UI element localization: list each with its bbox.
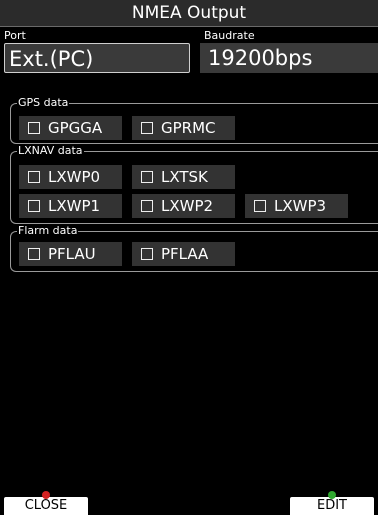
lxwp2-label: LXWP2: [161, 197, 214, 215]
lxtsk-checkbox[interactable]: LXTSK: [132, 165, 235, 189]
checkbox-icon: [28, 171, 40, 183]
pflaa-checkbox[interactable]: PFLAA: [132, 242, 235, 266]
checkbox-icon: [141, 122, 153, 134]
lxwp0-checkbox[interactable]: LXWP0: [19, 165, 122, 189]
baudrate-select[interactable]: 19200bps: [200, 43, 378, 73]
checkbox-icon: [141, 171, 153, 183]
gpgga-checkbox[interactable]: GPGGA: [19, 116, 122, 140]
lxwp0-label: LXWP0: [48, 168, 101, 186]
lxwp3-label: LXWP3: [274, 197, 327, 215]
pflau-checkbox[interactable]: PFLAU: [19, 242, 122, 266]
baudrate-label: Baudrate: [204, 29, 255, 42]
gps-data-group-label: GPS data: [17, 96, 70, 109]
checkbox-icon: [28, 248, 40, 260]
lxwp2-checkbox[interactable]: LXWP2: [132, 194, 235, 218]
lxwp1-label: LXWP1: [48, 197, 101, 215]
gprmc-checkbox[interactable]: GPRMC: [132, 116, 235, 140]
checkbox-icon: [28, 122, 40, 134]
checkbox-icon: [141, 248, 153, 260]
close-led-icon: [42, 491, 50, 499]
checkbox-icon: [254, 200, 266, 212]
close-softkey[interactable]: CLOSE: [4, 491, 88, 515]
lxnav-data-group-label: LXNAV data: [17, 144, 84, 157]
lxtsk-label: LXTSK: [161, 168, 208, 186]
port-select[interactable]: Ext.(PC): [4, 43, 190, 73]
page-title: NMEA Output: [0, 0, 378, 27]
gprmc-label: GPRMC: [161, 119, 216, 137]
lxwp3-checkbox[interactable]: LXWP3: [245, 194, 348, 218]
edit-softkey[interactable]: EDIT: [290, 491, 374, 515]
gpgga-label: GPGGA: [48, 119, 103, 137]
flarm-data-group-label: Flarm data: [17, 224, 79, 237]
edit-led-icon: [328, 491, 336, 499]
lxwp1-checkbox[interactable]: LXWP1: [19, 194, 122, 218]
checkbox-icon: [141, 200, 153, 212]
pflaa-label: PFLAA: [161, 245, 209, 263]
port-label: Port: [4, 29, 26, 42]
checkbox-icon: [28, 200, 40, 212]
pflau-label: PFLAU: [48, 245, 96, 263]
